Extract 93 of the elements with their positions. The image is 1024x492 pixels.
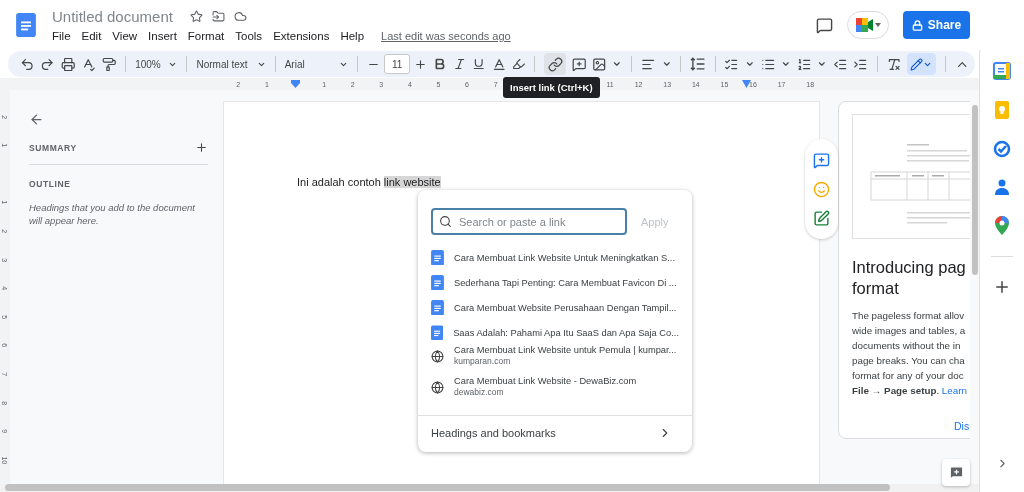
document-title[interactable]: Untitled document — [52, 8, 173, 25]
headings-bookmarks-item[interactable]: Headings and bookmarks — [418, 416, 692, 450]
document-icon — [431, 324, 444, 341]
scrollbar-thumb[interactable] — [972, 105, 978, 275]
link-icon — [547, 56, 563, 72]
tasks-icon[interactable] — [993, 140, 1011, 158]
outline-hint: Headings that you add to the document will appear here. — [29, 201, 196, 227]
add-summary-icon[interactable] — [195, 141, 208, 154]
add-comment-icon[interactable] — [571, 56, 587, 72]
suggestion-title: Saas Adalah: Pahami Apa Itu SaaS dan Apa Saja Co... — [453, 327, 679, 338]
contacts-icon[interactable] — [995, 179, 1009, 195]
outline-heading: OUTLINE — [29, 179, 71, 189]
menu-item[interactable]: Insert — [148, 30, 177, 42]
print-icon[interactable] — [60, 56, 76, 72]
link-suggestion[interactable]: Sederhana Tapi Penting: Cara Membuat Favicon Di ... — [418, 270, 692, 295]
card-text: The pageless format allov wide images and tables, a documents without the in page breaks. You can cha format for any of your doc File → Page setup. Learn — [852, 309, 968, 398]
indent-marker-icon[interactable] — [291, 80, 300, 88]
suggestion-title: Sederhana Tapi Penting: Cara Membuat Favicon Di ... — [454, 277, 677, 288]
new-comment-button[interactable] — [942, 459, 970, 486]
caret-icon[interactable] — [817, 59, 827, 69]
bold-icon[interactable] — [433, 57, 447, 71]
card-title: Introducing pag format — [852, 257, 967, 299]
highlight-icon[interactable] — [512, 57, 526, 71]
link-suggestion[interactable]: Saas Adalah: Pahami Apa Itu SaaS dan Apa Saja Co... — [418, 320, 692, 345]
insert-link-button[interactable] — [544, 53, 566, 75]
insert-image-icon[interactable] — [592, 56, 607, 72]
menu-item[interactable]: Extensions — [273, 30, 330, 42]
redo-icon[interactable] — [40, 56, 55, 72]
caret-icon[interactable] — [744, 59, 755, 69]
share-button[interactable]: Share — [903, 11, 970, 39]
document-icon — [431, 299, 444, 316]
last-edit-link[interactable]: Last edit was seconds ago — [381, 30, 511, 42]
scrollbar-thumb[interactable] — [5, 484, 890, 491]
dismiss-link[interactable]: Dis — [954, 420, 970, 432]
globe-icon — [431, 381, 444, 394]
learn-more-link[interactable]: Learn — [941, 385, 967, 396]
zoom-dropdown[interactable]: 100% — [135, 58, 178, 70]
suggestion-title: Cara Membuat Link Website untuk Pemula | kumpar... — [454, 345, 677, 355]
menu-item[interactable]: View — [112, 30, 138, 42]
summary-heading: SUMMARY — [29, 142, 77, 153]
tooltip: Insert link (Ctrl+K) — [503, 77, 600, 98]
menu-item[interactable]: Format — [187, 30, 225, 42]
link-suggestion[interactable]: Cara Membuat Link Website untuk Pemula | kumpar... kumparan.com — [418, 345, 692, 376]
link-suggestion[interactable]: Cara Membuat Website Perusahaan Dengan Tampil... — [418, 295, 692, 320]
suggestion-title: Cara Membuat Link Website Untuk Meningkatkan S... — [454, 252, 675, 263]
suggestion-title: Cara Membuat Website Perusahaan Dengan Tampil... — [454, 302, 677, 313]
link-suggestion[interactable]: Cara Membuat Link Website - DewaBiz.com dewabiz.com — [418, 376, 692, 407]
document-icon — [431, 274, 444, 291]
caret-icon[interactable] — [661, 59, 672, 69]
add-comment-icon — [948, 465, 964, 480]
spellcheck-icon[interactable] — [81, 56, 96, 72]
search-icon — [439, 215, 452, 228]
paint-format-icon[interactable] — [101, 56, 117, 72]
menu-item[interactable]: Help — [340, 30, 365, 42]
style-dropdown[interactable]: Normal text — [196, 58, 266, 70]
increase-size-icon[interactable] — [414, 57, 428, 71]
docs-logo-icon[interactable] — [16, 13, 36, 37]
suggestion-title: Cara Membuat Link Website - DewaBiz.com — [454, 376, 637, 386]
suggestion-url: kumparan.com — [454, 356, 512, 366]
menu-item[interactable]: File — [52, 30, 71, 42]
maps-pin-icon[interactable] — [995, 216, 1009, 235]
clear-formatting-icon[interactable] — [886, 56, 901, 72]
cloud-icon[interactable] — [233, 10, 247, 23]
lock-icon — [911, 19, 923, 31]
link-search-field[interactable]: Search or paste a link — [431, 208, 627, 235]
font-size-field[interactable]: 11 — [384, 54, 411, 74]
document-icon — [431, 249, 444, 266]
link-suggestion[interactable]: Cara Membuat Link Website Untuk Meningkatkan S... — [418, 245, 692, 270]
suggest-edit-icon[interactable] — [813, 209, 830, 227]
caret-icon[interactable] — [780, 59, 791, 69]
line-spacing-icon[interactable] — [690, 56, 706, 72]
italic-icon[interactable] — [452, 57, 467, 71]
menu-item[interactable]: Tools — [235, 30, 263, 42]
get-addons-icon[interactable] — [993, 278, 1011, 296]
move-folder-icon[interactable] — [211, 10, 225, 23]
pencil-icon — [910, 57, 924, 71]
calendar-icon[interactable] — [993, 62, 1011, 80]
numbered-list-icon[interactable] — [796, 56, 812, 72]
caret-icon[interactable] — [612, 59, 623, 69]
undo-icon[interactable] — [20, 56, 35, 72]
indent-marker-icon[interactable] — [742, 80, 751, 88]
suggestion-url: dewabiz.com — [454, 387, 505, 397]
text-color-icon[interactable] — [491, 56, 506, 72]
font-dropdown[interactable]: Arial — [284, 58, 349, 70]
add-comment-icon[interactable] — [813, 151, 830, 169]
comment-history-icon[interactable] — [816, 16, 833, 34]
caret-icon — [874, 23, 881, 27]
video-camera-icon — [855, 18, 874, 32]
editing-mode-button[interactable] — [906, 53, 936, 75]
star-icon[interactable] — [189, 10, 203, 23]
underline-icon[interactable] — [472, 57, 486, 71]
menu-item[interactable]: Edit — [81, 30, 102, 42]
globe-icon — [431, 350, 444, 363]
